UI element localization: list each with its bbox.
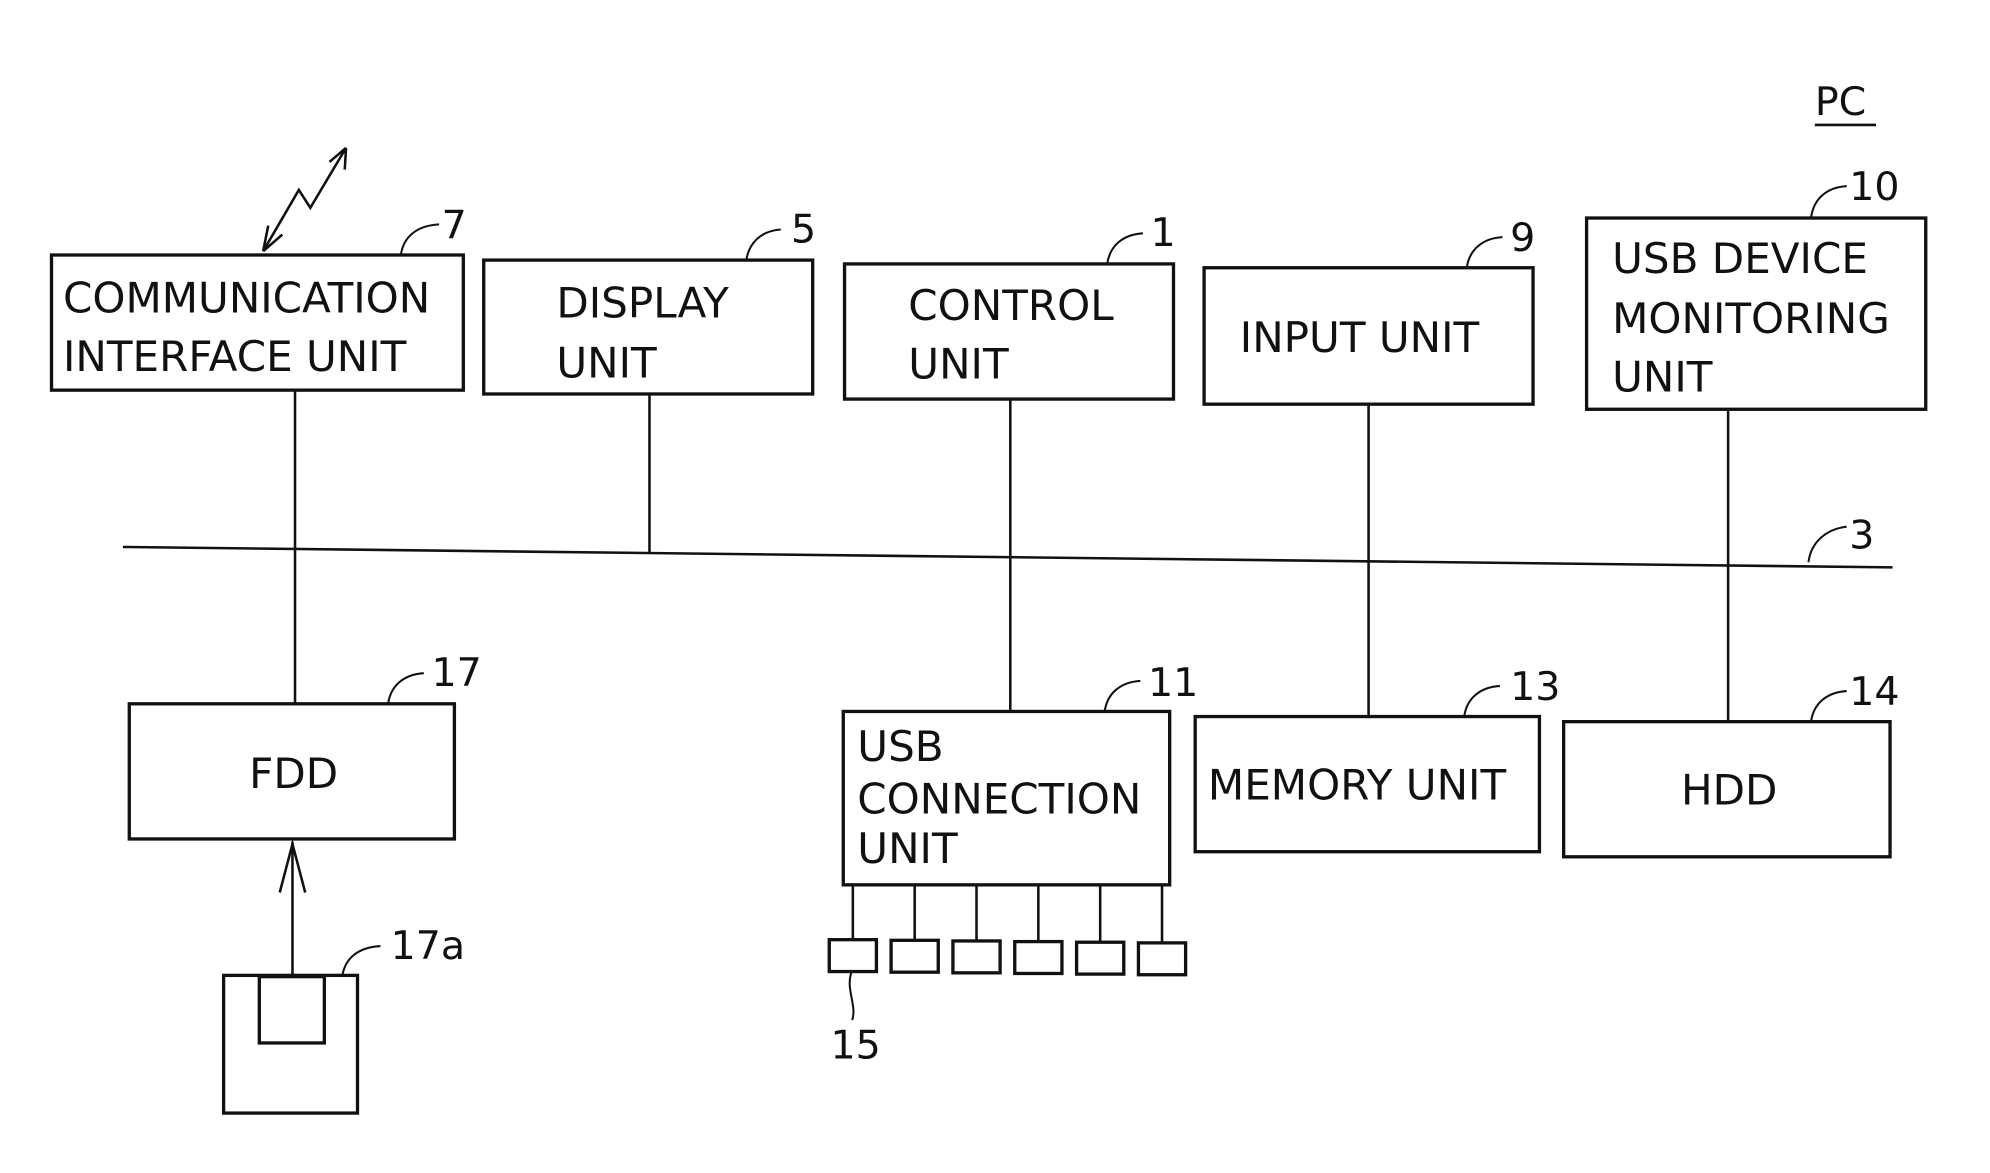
ref-number: 9	[1510, 215, 1535, 261]
communication-interface-unit-block: COMMUNICATION INTERFACE UNIT 7	[49, 202, 467, 392]
usb-ports	[827, 884, 1188, 977]
ports-leader	[848, 969, 855, 1021]
ref-number: 11	[1148, 660, 1198, 706]
ref-number: 7	[442, 202, 467, 248]
block-label-line: USB DEVICE	[1612, 234, 1868, 283]
block-diagram: PC 3 COMMUNICATION INTERFACE UNIT 7 DISP…	[49, 79, 1928, 1115]
usb-port	[1074, 940, 1126, 976]
ref-leader	[745, 228, 781, 261]
block-label-line: UNIT	[908, 340, 1009, 389]
usb-device-monitoring-unit-block: USB DEVICE MONITORING UNIT 10	[1584, 164, 1928, 411]
ref-number: 10	[1849, 164, 1899, 210]
usb-port	[889, 938, 940, 974]
floppy-disk-icon: 17a	[221, 923, 466, 1115]
ref-leader	[1465, 236, 1503, 268]
usb-port	[1136, 941, 1188, 977]
ref-leader	[1106, 232, 1143, 265]
ref-number: 17	[431, 650, 481, 696]
ref-leader	[387, 672, 424, 704]
block-label-line: CONTROL	[908, 281, 1114, 330]
ref-leader	[1463, 684, 1500, 717]
wireless-signal-icon	[261, 146, 348, 253]
block-label-line: UNIT	[556, 338, 657, 387]
block-label-line: MEMORY UNIT	[1208, 760, 1507, 809]
ref-number: 5	[791, 206, 816, 252]
block-label-line: CONNECTION	[857, 774, 1141, 823]
bus-leader	[1807, 525, 1847, 563]
ref-leader	[1103, 679, 1141, 712]
block-label-line: INTERFACE UNIT	[63, 332, 407, 381]
block-label-line: MONITORING	[1612, 294, 1890, 343]
block-label-line: FDD	[249, 749, 338, 798]
usb-connection-unit-block: USB CONNECTION UNIT 11	[841, 660, 1198, 887]
block-label-line: USB	[857, 722, 943, 771]
usb-port	[951, 939, 1002, 975]
ref-number: 13	[1510, 664, 1560, 710]
ref-number: 1	[1151, 210, 1176, 256]
block-label-line: DISPLAY	[556, 278, 729, 327]
block-label-line: UNIT	[857, 824, 958, 873]
ref-leader	[399, 223, 440, 256]
ref-leader	[1809, 185, 1847, 219]
input-unit-block: INPUT UNIT 9	[1202, 215, 1535, 406]
ports-ref: 15	[831, 1022, 881, 1068]
ref-leader	[1809, 690, 1847, 722]
control-unit-block: CONTROL UNIT 1	[842, 210, 1176, 401]
block-label-line: HDD	[1681, 766, 1777, 815]
ref-number: 17a	[391, 923, 466, 969]
bus-ref: 3	[1849, 512, 1874, 558]
ref-leader	[341, 945, 381, 977]
ref-number: 14	[1849, 669, 1899, 715]
hdd-block: HDD 14	[1561, 669, 1900, 859]
block-label-line: UNIT	[1612, 352, 1713, 401]
memory-unit-block: MEMORY UNIT 13	[1193, 664, 1560, 854]
usb-port	[1013, 939, 1064, 976]
system-bus	[122, 545, 1893, 569]
block-label-line: INPUT UNIT	[1240, 313, 1480, 362]
block-label-line: COMMUNICATION	[63, 273, 430, 322]
fdd-block: FDD 17	[127, 650, 482, 841]
display-unit-block: DISPLAY UNIT 5	[482, 206, 816, 396]
figure-label: PC	[1815, 79, 1866, 125]
usb-port	[827, 938, 879, 974]
